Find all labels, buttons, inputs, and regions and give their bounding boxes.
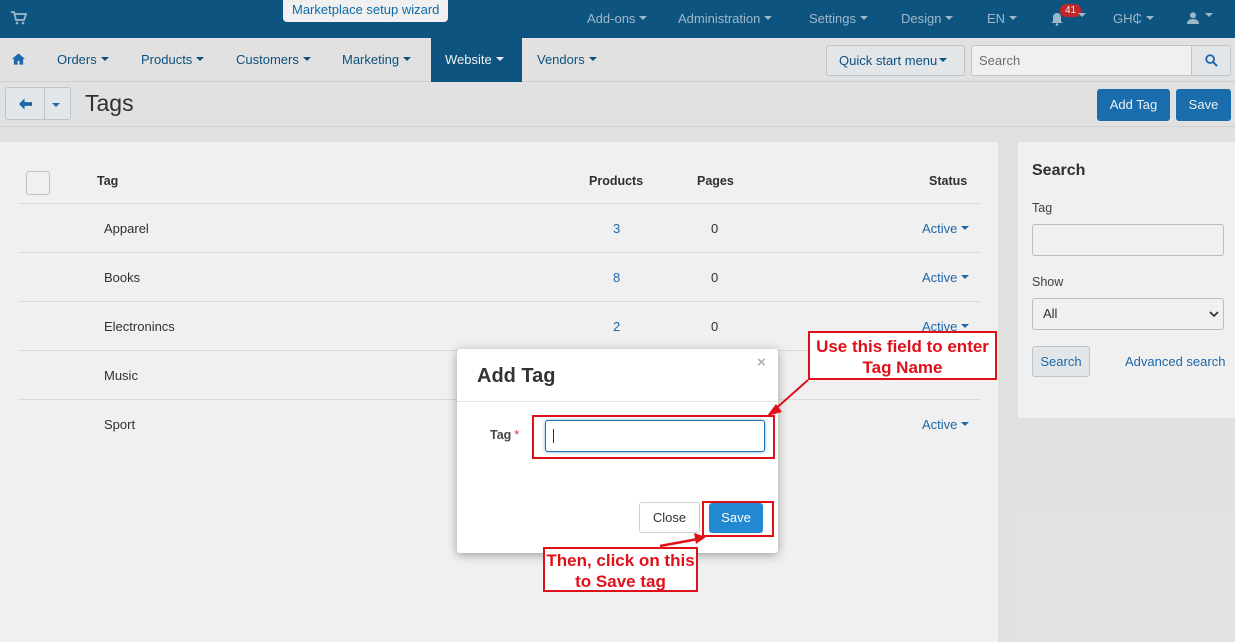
dialog-divider	[457, 401, 778, 402]
tag-input-highlight	[532, 415, 775, 459]
required-mark: *	[514, 428, 520, 442]
callout-tag-field: Use this field to enter Tag Name	[808, 331, 997, 380]
tag-field-label: Tag *	[490, 428, 519, 442]
close-button[interactable]: Close	[639, 502, 700, 533]
callout-save-text: Then, click on this to Save tag	[546, 551, 695, 591]
callout-save: Then, click on this to Save tag	[543, 547, 698, 592]
close-icon[interactable]: ×	[757, 354, 766, 371]
tag-field-label-text: Tag	[490, 428, 512, 442]
save-button-highlight	[702, 501, 774, 537]
dialog-title: Add Tag	[477, 365, 556, 387]
callout-tag-field-text: Use this field to enter Tag Name	[816, 337, 989, 377]
